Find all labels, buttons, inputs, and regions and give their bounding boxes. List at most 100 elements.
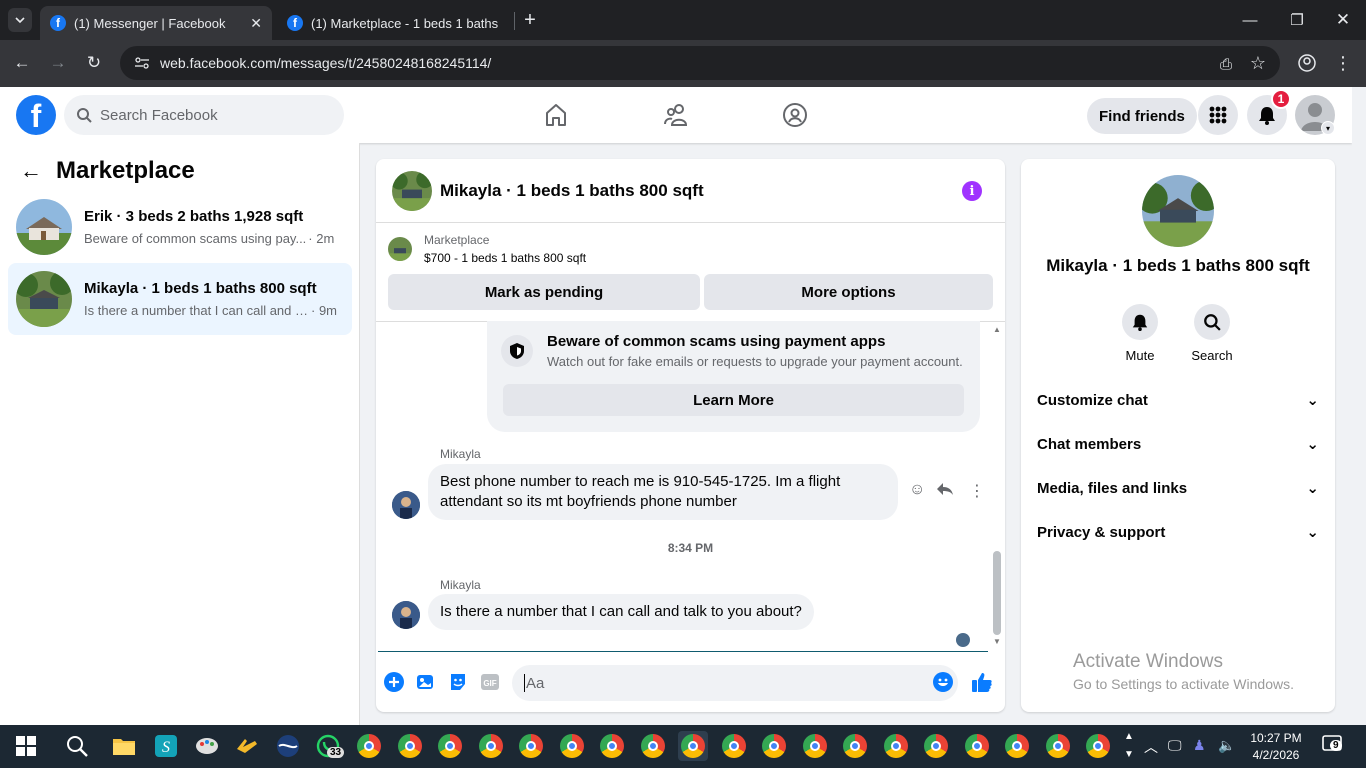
back-arrow-icon[interactable]: ← bbox=[20, 158, 42, 184]
mute-button[interactable]: Mute bbox=[1110, 304, 1170, 363]
gif-icon[interactable]: GIF bbox=[479, 671, 501, 693]
profile-icon[interactable] bbox=[1297, 53, 1317, 73]
install-app-icon[interactable]: ⎙ bbox=[1216, 54, 1236, 74]
find-friends-button[interactable]: Find friends bbox=[1087, 98, 1197, 134]
close-window-button[interactable]: ✕ bbox=[1333, 10, 1353, 30]
add-icon[interactable] bbox=[383, 671, 405, 693]
chrome-profile-icon[interactable] bbox=[395, 731, 425, 761]
app-hands-icon[interactable] bbox=[232, 731, 262, 761]
chat-members-section[interactable]: Chat members ⌄ bbox=[1037, 422, 1319, 466]
facebook-logo-icon[interactable]: f bbox=[16, 95, 56, 135]
tab-search-button[interactable] bbox=[8, 8, 32, 32]
more-options-button[interactable]: More options bbox=[704, 274, 993, 310]
photo-icon[interactable] bbox=[415, 671, 437, 693]
search-facebook-input[interactable]: Search Facebook bbox=[64, 95, 344, 135]
chat-title[interactable]: Mikayla · 1 beds 1 baths 800 sqft bbox=[440, 181, 704, 201]
app-vpn-icon[interactable] bbox=[273, 731, 303, 761]
taskbar-search-icon[interactable] bbox=[62, 731, 92, 761]
close-tab-icon[interactable]: ✕ bbox=[250, 15, 262, 32]
system-clock[interactable]: 10:27 PM 4/2/2026 bbox=[1246, 730, 1306, 764]
message-bubble[interactable]: Is there a number that I can call and ta… bbox=[428, 594, 814, 630]
bookmark-star-icon[interactable]: ☆ bbox=[1248, 53, 1268, 73]
chat-scrollbar[interactable]: ▲ ▼ bbox=[990, 321, 1005, 651]
notification-center-icon[interactable]: 9 bbox=[1322, 734, 1344, 759]
chrome-profile-icon[interactable] bbox=[1083, 731, 1113, 761]
chrome-profile-icon[interactable] bbox=[881, 731, 911, 761]
chat-listing-photo[interactable] bbox=[392, 170, 432, 211]
scroll-thumb[interactable] bbox=[993, 551, 1001, 635]
scroll-down-arrow[interactable]: ▼ bbox=[993, 637, 1001, 646]
chrome-profile-icon[interactable] bbox=[557, 731, 587, 761]
url-input[interactable]: web.facebook.com/messages/t/245802481682… bbox=[120, 46, 1280, 80]
sender-avatar[interactable] bbox=[392, 601, 420, 629]
customize-chat-section[interactable]: Customize chat ⌄ bbox=[1037, 378, 1319, 422]
site-settings-icon[interactable] bbox=[134, 57, 150, 69]
mark-as-pending-button[interactable]: Mark as pending bbox=[388, 274, 700, 310]
conversation-preview: Beware of common scams using pay... · 2m bbox=[84, 231, 334, 246]
chrome-profile-icon[interactable] bbox=[476, 731, 506, 761]
message-text: Best phone number to reach me is 910-545… bbox=[440, 473, 841, 510]
chrome-profile-icon[interactable] bbox=[921, 731, 951, 761]
browser-menu-icon[interactable]: ⋮ bbox=[1333, 53, 1353, 73]
sender-avatar[interactable] bbox=[392, 491, 420, 519]
media-files-links-section[interactable]: Media, files and links ⌄ bbox=[1037, 466, 1319, 510]
teams-icon[interactable]: ♟ bbox=[1193, 737, 1206, 754]
home-nav-icon[interactable] bbox=[540, 99, 572, 131]
tab-marketplace[interactable]: f (1) Marketplace - 1 beds 1 baths bbox=[277, 6, 509, 40]
scam-description: Watch out for fake emails or requests to… bbox=[547, 354, 963, 369]
emoji-icon[interactable] bbox=[932, 671, 954, 693]
sticker-icon[interactable] bbox=[447, 671, 469, 693]
friends-nav-icon[interactable] bbox=[660, 99, 692, 131]
chrome-profile-icon[interactable] bbox=[962, 731, 992, 761]
watermark-subtitle: Go to Settings to activate Windows. bbox=[1073, 676, 1294, 692]
page-scrollbar[interactable] bbox=[1352, 87, 1366, 725]
more-actions-icon[interactable]: ⋮ bbox=[969, 481, 985, 501]
whatsapp-icon[interactable]: 33 bbox=[313, 731, 345, 761]
show-hidden-icons[interactable]: ︿ bbox=[1144, 737, 1158, 757]
chat-listing-photo-large[interactable] bbox=[1142, 175, 1214, 247]
minimize-button[interactable]: — bbox=[1240, 10, 1260, 30]
chrome-profile-icon[interactable] bbox=[719, 731, 749, 761]
react-icon[interactable]: ☺ bbox=[909, 481, 925, 499]
chrome-profile-icon[interactable] bbox=[435, 731, 465, 761]
forward-button[interactable]: → bbox=[48, 53, 68, 73]
info-icon[interactable]: i bbox=[962, 181, 982, 201]
tab-messenger[interactable]: f (1) Messenger | Facebook ✕ bbox=[40, 6, 272, 40]
conversation-text: Mikayla · 1 beds 1 baths 800 sqft Is the… bbox=[84, 280, 337, 318]
start-button[interactable] bbox=[11, 731, 41, 761]
marketplace-listing-row[interactable]: Marketplace $700 - 1 beds 1 baths 800 sq… bbox=[388, 233, 586, 265]
menu-grid-button[interactable] bbox=[1198, 95, 1238, 135]
network-icon[interactable]: 🖵 bbox=[1168, 737, 1182, 754]
file-explorer-icon[interactable] bbox=[109, 731, 139, 761]
groups-nav-icon[interactable] bbox=[779, 99, 811, 131]
chrome-icon[interactable] bbox=[354, 731, 384, 761]
back-button[interactable]: ← bbox=[12, 53, 32, 73]
app-paint-icon[interactable] bbox=[192, 731, 222, 761]
message-bubble[interactable]: Best phone number to reach me is 910-545… bbox=[428, 464, 898, 520]
chrome-profile-icon[interactable] bbox=[597, 731, 627, 761]
chrome-profile-icon-active[interactable] bbox=[678, 731, 708, 761]
maximize-button[interactable]: ❐ bbox=[1287, 10, 1307, 30]
chrome-profile-icon[interactable] bbox=[840, 731, 870, 761]
taskbar-scroll-arrows[interactable]: ▲ ▼ bbox=[1124, 728, 1134, 764]
like-thumb-icon[interactable] bbox=[971, 671, 993, 693]
chrome-profile-icon[interactable] bbox=[1002, 731, 1032, 761]
learn-more-button[interactable]: Learn More bbox=[503, 384, 964, 416]
chrome-profile-icon[interactable] bbox=[638, 731, 668, 761]
conversation-item-erik[interactable]: Erik · 3 beds 2 baths 1,928 sqft Beware … bbox=[8, 191, 352, 263]
app-s-icon[interactable]: S bbox=[151, 731, 181, 761]
privacy-support-section[interactable]: Privacy & support ⌄ bbox=[1037, 510, 1319, 554]
chrome-profile-icon[interactable] bbox=[516, 731, 546, 761]
chrome-profile-icon[interactable] bbox=[759, 731, 789, 761]
chrome-profile-icon[interactable] bbox=[800, 731, 830, 761]
windows-logo-icon bbox=[16, 736, 36, 756]
volume-icon[interactable]: 🔈 bbox=[1218, 737, 1235, 754]
new-tab-button[interactable]: + bbox=[520, 9, 540, 31]
reload-button[interactable]: ↻ bbox=[84, 53, 104, 73]
reply-icon[interactable] bbox=[936, 481, 954, 502]
message-input[interactable]: Aa bbox=[512, 665, 958, 701]
search-in-chat-button[interactable]: Search bbox=[1182, 304, 1242, 363]
conversation-item-mikayla[interactable]: Mikayla · 1 beds 1 baths 800 sqft Is the… bbox=[8, 263, 352, 335]
chrome-profile-icon[interactable] bbox=[1043, 731, 1073, 761]
scroll-up-arrow[interactable]: ▲ bbox=[993, 325, 1001, 334]
